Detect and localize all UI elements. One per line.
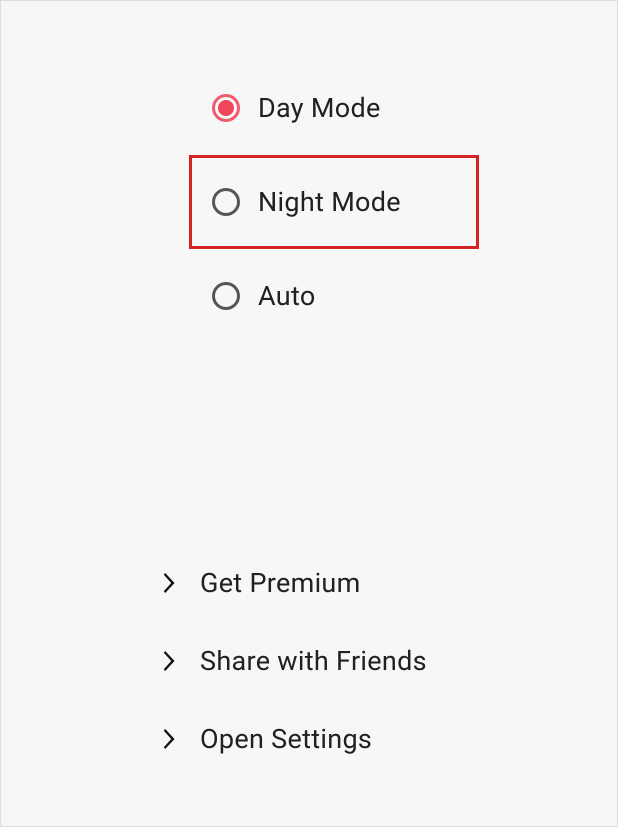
radio-unselected-icon xyxy=(212,282,240,310)
menu-item-share[interactable]: Share with Friends xyxy=(146,627,566,695)
chevron-right-icon xyxy=(156,570,182,596)
radio-label-day: Day Mode xyxy=(258,92,381,124)
action-menu-list: Get Premium Share with Friends Open Sett… xyxy=(146,549,566,783)
radio-selected-icon xyxy=(212,94,240,122)
theme-mode-radio-group: Day Mode Night Mode Auto xyxy=(189,61,479,343)
chevron-right-icon xyxy=(156,726,182,752)
chevron-right-icon xyxy=(156,648,182,674)
menu-label-share: Share with Friends xyxy=(200,645,427,677)
menu-item-settings[interactable]: Open Settings xyxy=(146,705,566,773)
radio-label-auto: Auto xyxy=(258,280,316,312)
menu-item-premium[interactable]: Get Premium xyxy=(146,549,566,617)
radio-day-mode[interactable]: Day Mode xyxy=(189,61,479,155)
menu-label-premium: Get Premium xyxy=(200,567,361,599)
radio-night-mode[interactable]: Night Mode xyxy=(189,155,479,249)
radio-auto-mode[interactable]: Auto xyxy=(189,249,479,343)
radio-label-night: Night Mode xyxy=(258,186,401,218)
menu-label-settings: Open Settings xyxy=(200,723,372,755)
radio-unselected-icon xyxy=(212,188,240,216)
